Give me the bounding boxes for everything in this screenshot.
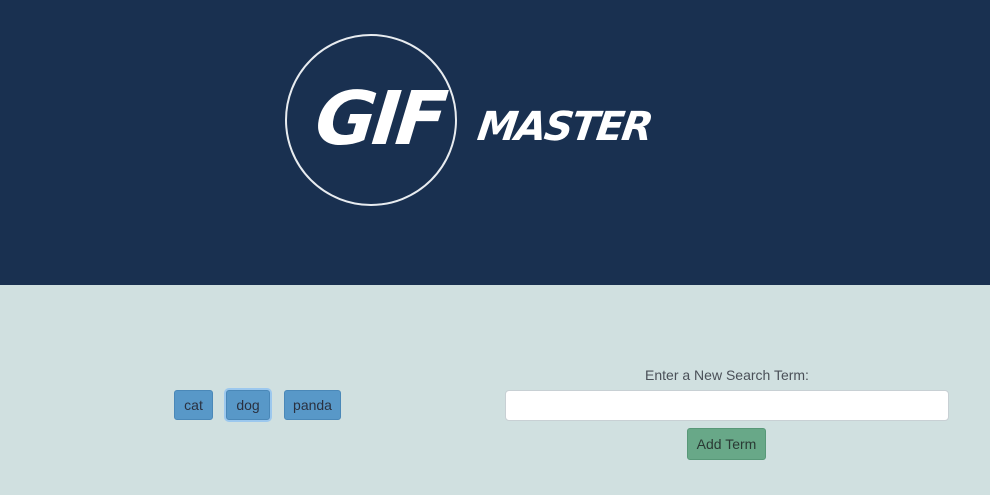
- add-term-button[interactable]: Add Term: [687, 428, 766, 460]
- main-content: cat dog panda Enter a New Search Term: A…: [0, 285, 990, 495]
- term-button-cat[interactable]: cat: [174, 390, 213, 420]
- search-term-label: Enter a New Search Term:: [645, 367, 809, 383]
- header-banner: GIF MASTER: [0, 0, 990, 285]
- term-button-panda[interactable]: panda: [284, 390, 341, 420]
- search-term-input[interactable]: [505, 390, 949, 421]
- logo-gif-text: GIF: [311, 76, 448, 162]
- logo-master-text: MASTER: [474, 104, 655, 150]
- term-button-dog[interactable]: dog: [226, 390, 270, 420]
